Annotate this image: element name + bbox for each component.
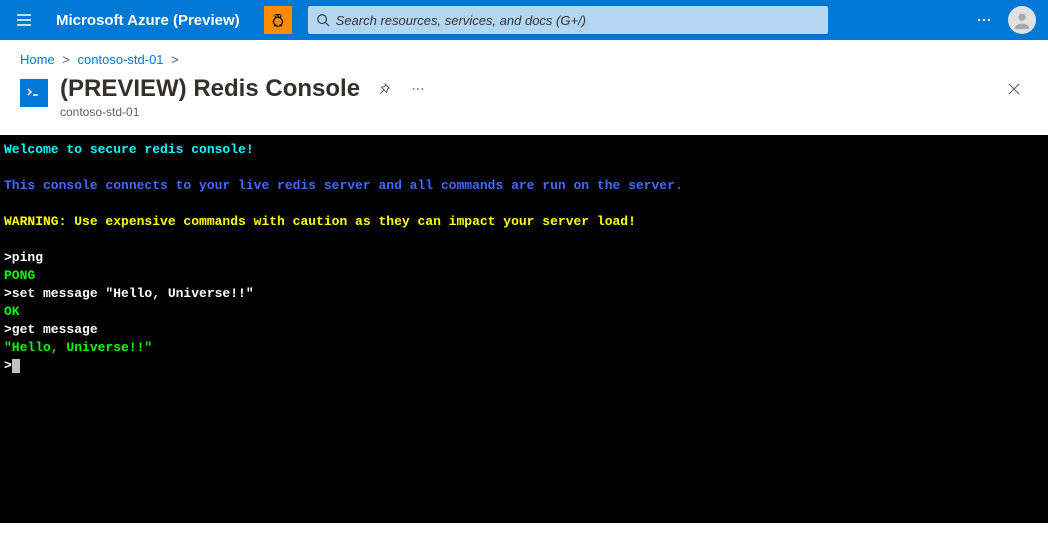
close-icon [1007,82,1021,96]
console-response-line: OK [4,304,20,319]
console-prompt: > [4,358,12,373]
search-icon [316,13,330,27]
console-response-line: PONG [4,268,35,283]
report-bug-button[interactable] [264,6,292,34]
more-horizontal-icon [411,82,425,96]
hamburger-menu-button[interactable] [8,4,40,36]
console-command-line: >set message "Hello, Universe!!" [4,286,254,301]
search-box[interactable] [308,6,828,34]
user-avatar-button[interactable] [1008,6,1036,34]
brand-label[interactable]: Microsoft Azure (Preview) [48,12,248,29]
bug-icon [269,11,287,29]
breadcrumb-separator: > [171,52,179,67]
search-input[interactable] [336,13,820,28]
header-more-button[interactable] [408,79,428,99]
page-title: (PREVIEW) Redis Console [60,75,360,103]
console-warning-line: WARNING: Use expensive commands with cau… [4,214,636,229]
top-navigation-bar: Microsoft Azure (Preview) [0,0,1048,40]
breadcrumb-home-link[interactable]: Home [20,52,55,67]
console-welcome-line: Welcome to secure redis console! [4,142,254,157]
page-subtitle: contoso-std-01 [60,105,428,119]
pin-button[interactable] [374,79,394,99]
console-command-line: >get message [4,322,98,337]
pin-icon [377,82,391,96]
avatar-icon [1011,9,1033,31]
console-cursor [12,359,20,373]
console-command-line: >ping [4,250,43,265]
close-blade-button[interactable] [1000,75,1028,103]
page-header: (PREVIEW) Redis Console contoso-std-01 [0,71,1048,135]
breadcrumb: Home > contoso-std-01 > [0,40,1048,71]
console-page-icon [20,79,48,107]
breadcrumb-separator: > [62,52,70,67]
more-horizontal-icon [976,12,992,28]
page-title-group: (PREVIEW) Redis Console contoso-std-01 [60,75,428,119]
console-info-line: This console connects to your live redis… [4,178,683,193]
redis-console-output[interactable]: Welcome to secure redis console! This co… [0,135,1048,523]
console-response-line: "Hello, Universe!!" [4,340,152,355]
terminal-icon [26,86,42,100]
hamburger-icon [16,12,32,28]
topbar-more-button[interactable] [968,4,1000,36]
breadcrumb-resource-link[interactable]: contoso-std-01 [78,52,164,67]
